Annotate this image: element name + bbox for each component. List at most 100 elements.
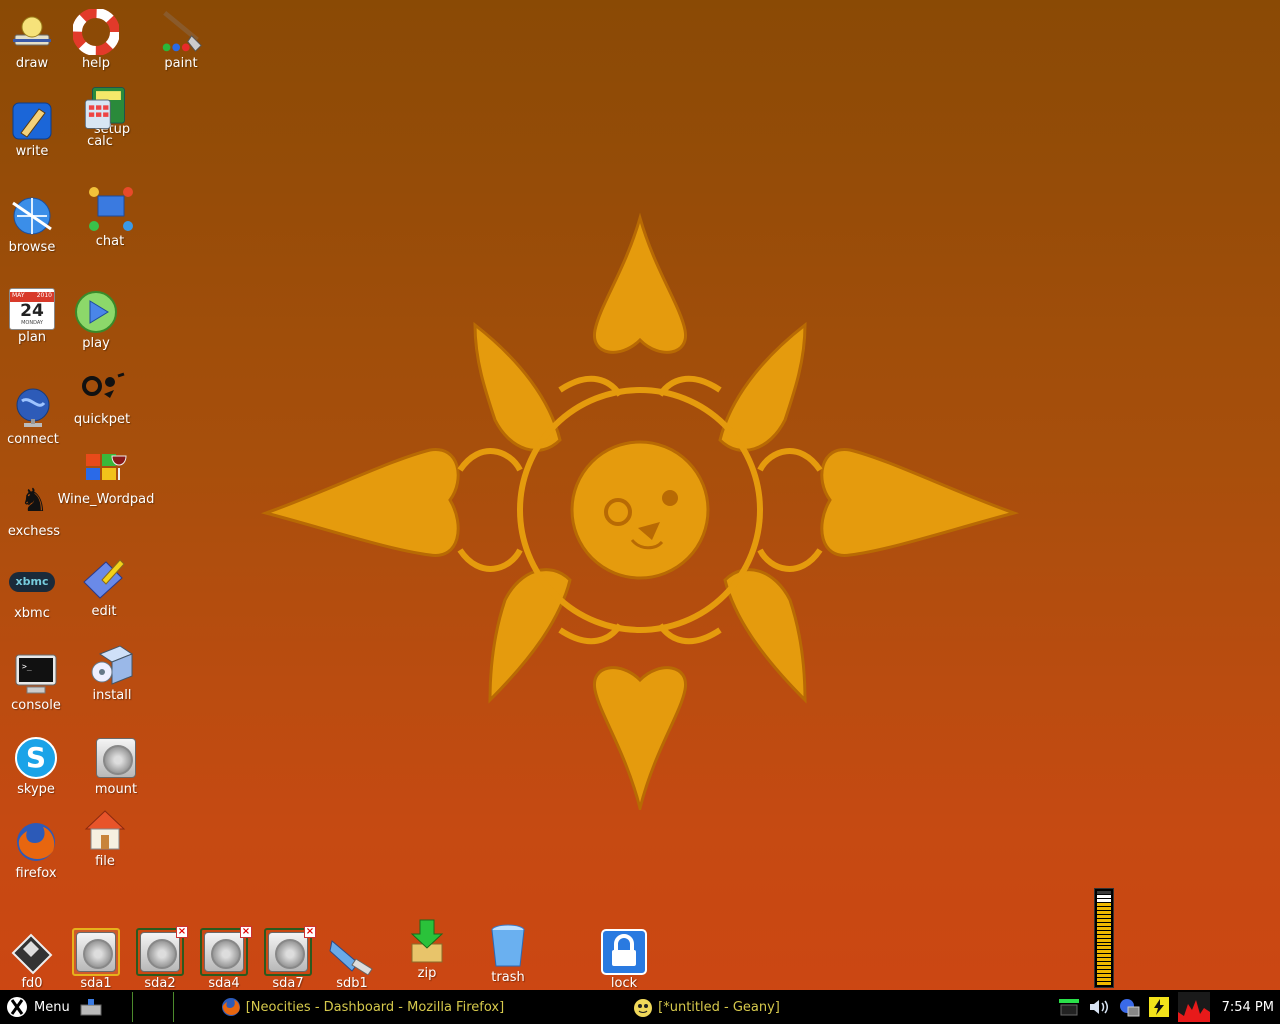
volume-meter-segment: [1097, 926, 1111, 930]
desktop-icon-chat[interactable]: chat: [72, 186, 148, 249]
taskbar-task-geany[interactable]: [*untitled - Geany]: [632, 990, 780, 1024]
task-title: [Neocities - Dashboard - Mozilla Firefox…: [245, 999, 505, 1015]
volume-meter-segment: [1097, 938, 1111, 942]
menu-button[interactable]: Menu: [0, 990, 70, 1024]
volume-meter-segment: [1097, 906, 1111, 910]
xbmc-logo: xbmc: [9, 572, 55, 592]
desktop-icon: [80, 999, 102, 1016]
desktop-icon-lock[interactable]: lock: [586, 928, 662, 991]
taskbar-separator: [131, 992, 133, 1022]
home-folder-icon: [81, 806, 129, 854]
desktop-icon-firefox[interactable]: firefox: [0, 818, 74, 881]
desktop-icon-zip[interactable]: zip: [389, 918, 465, 981]
desktop-icon-console[interactable]: >_ console: [0, 650, 74, 713]
desktop-icon-skype[interactable]: S skype: [0, 734, 74, 797]
volume-meter-segment: [1097, 974, 1111, 978]
geany-icon: [634, 999, 653, 1017]
desktop-icon-play[interactable]: play: [58, 288, 134, 351]
desktop-icon-write[interactable]: write: [0, 96, 70, 159]
install-box-icon: [88, 640, 136, 688]
volume-meter-segment: [1097, 962, 1111, 966]
desktop-icon-label: play: [82, 336, 110, 351]
floppy-disk-icon: [8, 928, 56, 976]
speaker-volume-icon[interactable]: [1088, 997, 1110, 1017]
cpu-load-graph-icon: [1177, 992, 1210, 1022]
volume-meter-segment: [1097, 982, 1111, 985]
volume-meter-segment: [1097, 934, 1111, 938]
volume-meter-segment: [1097, 902, 1111, 906]
paintbrush-icon: [157, 8, 205, 56]
desktop-icon-edit[interactable]: edit: [66, 556, 142, 619]
volume-meter-segment: [1097, 891, 1111, 895]
task-title: [*untitled - Geany]: [658, 999, 780, 1015]
firefox-icon: [12, 818, 60, 866]
volume-meter-segment: [1097, 954, 1111, 958]
browse-globe-icon: [8, 192, 56, 240]
volume-meter-segment: [1097, 895, 1111, 899]
volume-meter-segment: [1097, 946, 1111, 950]
volume-meter-segment: [1097, 914, 1111, 918]
trash-can-icon: [484, 922, 532, 970]
volume-meter-segment: [1097, 958, 1111, 962]
xbmc-icon: xbmc: [8, 558, 56, 606]
connection-globe-icon[interactable]: [1118, 997, 1140, 1017]
hard-drive-icon: ×: [264, 926, 316, 976]
taskbar-task-firefox[interactable]: [Neocities - Dashboard - Mozilla Firefox…: [220, 990, 504, 1024]
volume-meter-segment: [1097, 910, 1111, 914]
desktop-icon-mount[interactable]: mount: [78, 734, 154, 797]
taskbar-separator: [172, 992, 174, 1022]
desktop-icon-label: firefox: [15, 866, 57, 881]
desktop-icon-label: zip: [417, 966, 437, 981]
desktop-icon-label: xbmc: [14, 606, 50, 621]
desktop-icon-file[interactable]: file: [67, 806, 143, 869]
drive-icon-sdb1[interactable]: sdb1: [314, 928, 390, 991]
desktop-icon-install[interactable]: install: [74, 640, 150, 703]
play-icon: [72, 288, 120, 336]
menu-label: Menu: [34, 999, 70, 1015]
desktop-icon-wine-wordpad[interactable]: Wine_Wordpad: [51, 444, 161, 507]
calculator-setup-icon: [80, 84, 128, 132]
desktop-icon-label: trash: [491, 970, 525, 985]
volume-meter-segment: [1097, 899, 1111, 902]
terminal-icon: >_: [12, 650, 60, 698]
calendar-weekday: MONDAY: [21, 320, 43, 326]
desktop-icon-browse[interactable]: browse: [0, 192, 70, 255]
show-desktop-button[interactable]: [80, 990, 102, 1024]
hard-drive-icon: ×: [136, 926, 188, 976]
quickpet-face-icon: [78, 364, 126, 412]
desktop-icon-label: lock: [610, 976, 638, 991]
desktop-icon-label: edit: [91, 604, 117, 619]
taskbar: Menu [Neocities - Dashboard - Mozilla Fi…: [0, 990, 1280, 1024]
desktop-icon-label: browse: [8, 240, 56, 255]
zip-archive-icon: [403, 918, 451, 966]
volume-meter-segment: [1097, 918, 1111, 922]
desktop-icon-label: paint: [164, 56, 198, 71]
lock-icon: [600, 928, 648, 976]
desktop-icon-label: chat: [95, 234, 125, 249]
puppy-menu-icon: [7, 997, 27, 1017]
desktop-icon-help[interactable]: help: [58, 8, 134, 71]
desktop-icon-trash[interactable]: trash: [470, 922, 546, 985]
usb-drive-icon: [328, 928, 376, 976]
network-status-icon[interactable]: [1058, 997, 1080, 1017]
volume-meter-segment: [1097, 922, 1111, 926]
lifebuoy-icon: [72, 8, 120, 56]
volume-meter-segment: [1097, 942, 1111, 946]
desktop-icon-quickpet[interactable]: quickpet: [64, 364, 140, 427]
svg-text:>_: >_: [22, 662, 32, 671]
connect-globe-icon: [9, 384, 57, 432]
drive-label: sdb1: [336, 976, 368, 991]
skype-icon: S: [12, 734, 60, 782]
desktop-icon-connect[interactable]: connect: [0, 384, 71, 447]
clock[interactable]: 7:54 PM: [1222, 1000, 1274, 1015]
desktop-icon-paint[interactable]: paint: [143, 8, 219, 71]
power-lightning-icon[interactable]: [1148, 996, 1170, 1018]
desktop-icon-label: skype: [17, 782, 55, 797]
desktop-icon-setup-calc[interactable]: setup calc: [66, 84, 142, 149]
hard-drive-icon: [72, 928, 120, 976]
volume-level-meter[interactable]: [1094, 888, 1114, 988]
desktop-icon-xbmc[interactable]: xbmc xbmc: [0, 558, 70, 621]
desktop-icon-label: install: [92, 688, 132, 703]
desktop-icon-label: console: [11, 698, 61, 713]
desktop-icon-label: quickpet: [73, 412, 131, 427]
